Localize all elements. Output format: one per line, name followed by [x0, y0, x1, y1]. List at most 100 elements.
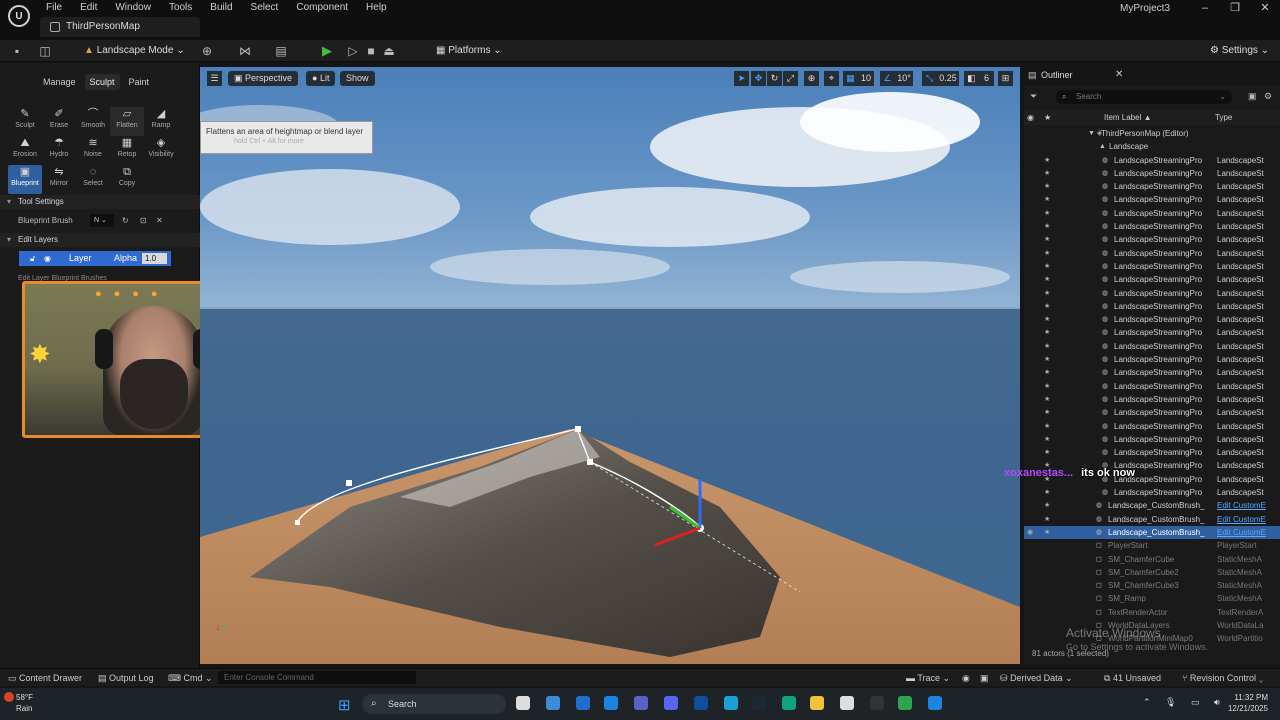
mode-dropdown[interactable]: ▲ Landscape Mode ⌄	[78, 43, 191, 59]
actor-row[interactable]: ◻ SM_ChamferCube3 StaticMeshA	[1024, 579, 1280, 592]
world-icon[interactable]: ⊕	[804, 71, 819, 86]
streaming-proxy-row[interactable]: ★ ◍ LandscapeStreamingPro LandscapeSt	[1024, 313, 1280, 326]
row-type[interactable]: Edit CustomE	[1217, 499, 1277, 512]
pin-icon[interactable]: ★	[1044, 193, 1050, 206]
pin-icon[interactable]: ★	[1044, 180, 1050, 193]
pin-icon[interactable]: ★	[1044, 393, 1050, 406]
pin-icon[interactable]: ★	[1044, 446, 1050, 459]
item-label-column[interactable]: Item Label ▲	[1104, 111, 1152, 125]
eject-icon[interactable]: ⏏	[382, 44, 396, 58]
system-clock[interactable]: 11:32 PM 12/21/2025	[1222, 692, 1268, 714]
pin-icon[interactable]: ★	[1044, 326, 1050, 339]
mail-icon[interactable]	[604, 696, 618, 710]
tool-copy[interactable]: ⧉ Copy	[110, 165, 144, 194]
select-mode-icon[interactable]: ➤	[734, 71, 749, 86]
show-button[interactable]: Show	[340, 71, 375, 86]
tool-visibility[interactable]: ◈ Visibility	[144, 136, 178, 165]
menu-window[interactable]: Window	[109, 0, 163, 16]
tool-flatten[interactable]: ⏥ Flatten	[110, 107, 144, 136]
pin-icon[interactable]: ★	[1044, 486, 1050, 499]
content-drawer-button[interactable]: ▭ Content Drawer	[8, 672, 82, 684]
taskbar-search[interactable]: ⌕ Search	[362, 694, 506, 714]
pin-icon[interactable]: ★	[1044, 499, 1050, 512]
row-type[interactable]: Edit CustomE	[1217, 526, 1277, 539]
eye-icon[interactable]: ◉	[1027, 526, 1033, 539]
menu-help[interactable]: Help	[360, 0, 399, 16]
streaming-proxy-row[interactable]: ★ ◍ LandscapeStreamingPro LandscapeSt	[1024, 366, 1280, 379]
browse-icon[interactable]: ⊡	[140, 214, 147, 228]
blueprint-icon[interactable]: ⋈	[238, 44, 252, 58]
tab-sculpt[interactable]: Sculpt	[84, 74, 120, 90]
unreal-logo-icon[interactable]: U	[8, 5, 30, 27]
edit-layers-header[interactable]: Edit Layers	[0, 233, 200, 247]
content-browser-icon[interactable]: ◫	[38, 44, 52, 58]
tool-hydro[interactable]: ☂ Hydro	[42, 136, 76, 165]
close-button[interactable]: ✕	[1250, 0, 1280, 16]
add-actor-icon[interactable]: ⊕	[200, 44, 214, 58]
streaming-proxy-row[interactable]: ★ ◍ LandscapeStreamingPro LandscapeSt	[1024, 433, 1280, 446]
settings-button[interactable]: ⚙ Settings ⌄	[1210, 43, 1269, 59]
pin-icon[interactable]: ★	[1044, 420, 1050, 433]
add-folder-icon[interactable]: ▣	[1248, 91, 1257, 102]
cinematics-icon[interactable]: ▤	[274, 44, 288, 58]
pin-icon[interactable]: ★	[1044, 273, 1050, 286]
surface-snap-icon[interactable]: ⌖	[824, 71, 839, 86]
actor-row[interactable]: ◻ SM_ChamferCube2 StaticMeshA	[1024, 566, 1280, 579]
scale-icon[interactable]: ⤢	[783, 71, 798, 86]
menu-select[interactable]: Select	[245, 0, 291, 16]
streaming-proxy-row[interactable]: ★ ◍ LandscapeStreamingPro LandscapeSt	[1024, 420, 1280, 433]
outliner-landscape-row[interactable]: ▲ Landscape	[1024, 140, 1280, 153]
tool-ramp[interactable]: ◢ Ramp	[144, 107, 178, 136]
step-icon[interactable]: ▷	[346, 44, 360, 58]
chrome-icon[interactable]	[724, 696, 738, 710]
blueprint-brush-select[interactable]: N ⌄	[90, 214, 114, 227]
revision-control-button[interactable]: ⑂ Revision Control ⌄	[1182, 672, 1264, 684]
console-command-input[interactable]: Enter Console Command	[218, 671, 416, 684]
tool-erosion[interactable]: ⛰ Erosion	[8, 136, 42, 165]
streaming-proxy-row[interactable]: ★ ◍ LandscapeStreamingPro LandscapeSt	[1024, 273, 1280, 286]
epic-icon[interactable]	[870, 696, 884, 710]
tool-blueprint[interactable]: ▣ Blueprint	[8, 165, 42, 194]
pin-icon[interactable]: ★	[1044, 300, 1050, 313]
pin-icon[interactable]: ★	[1044, 247, 1050, 260]
camera-speed-value[interactable]: 6	[979, 71, 994, 86]
derived-data-button[interactable]: ⛁ Derived Data ⌄	[1000, 672, 1073, 684]
camera-speed-icon[interactable]: ◧	[964, 71, 979, 86]
weather-widget[interactable]: 58°F Rain	[16, 692, 33, 714]
pin-icon[interactable]: ★	[1044, 207, 1050, 220]
clear-icon[interactable]: ✕	[156, 214, 163, 228]
system-tray[interactable]: ⌃ 🎙︎ ▭ 🔊︎	[1143, 697, 1226, 708]
scale-snap-icon[interactable]: ⤡	[922, 71, 937, 86]
minimize-button[interactable]: –	[1190, 0, 1220, 16]
edit-layer-row[interactable]: 🔓︎ ◉ Layer Alpha 1.0	[19, 251, 171, 266]
maximize-viewport-icon[interactable]: ⊞	[998, 71, 1013, 86]
streaming-proxy-row[interactable]: ★ ◍ LandscapeStreamingPro LandscapeSt	[1024, 154, 1280, 167]
trace-button[interactable]: ▬ Trace ⌄	[906, 672, 950, 684]
windows-start-icon[interactable]: ⊞	[338, 696, 351, 714]
streaming-proxy-row[interactable]: ★ ◍ LandscapeStreamingPro LandscapeSt	[1024, 300, 1280, 313]
pin-icon[interactable]: ★	[1044, 154, 1050, 167]
pin-icon[interactable]: ★	[1044, 220, 1050, 233]
menu-tools[interactable]: Tools	[163, 0, 204, 16]
cmd-dropdown[interactable]: ⌨ Cmd ⌄	[168, 672, 213, 684]
save-icon[interactable]: ▪	[10, 44, 24, 58]
copilot-icon[interactable]	[546, 696, 560, 710]
app-icon[interactable]	[782, 696, 796, 710]
pin-icon[interactable]: ★	[1044, 353, 1050, 366]
unsaved-button[interactable]: ⧉ 41 Unsaved	[1104, 672, 1161, 684]
tab-manage[interactable]: Manage	[38, 74, 81, 90]
tool-mirror[interactable]: ⇋ Mirror	[42, 165, 76, 194]
tab-paint[interactable]: Paint	[124, 74, 155, 90]
rotate-icon[interactable]: ↻	[767, 71, 782, 86]
streaming-proxy-row[interactable]: ★ ◍ LandscapeStreamingPro LandscapeSt	[1024, 406, 1280, 419]
lit-button[interactable]: ● Lit	[306, 71, 336, 86]
unreal-taskbar-icon[interactable]	[840, 696, 854, 710]
maximize-button[interactable]: ❐	[1220, 0, 1250, 16]
camera-icon[interactable]: ▣	[980, 672, 989, 684]
pin-icon[interactable]: ★	[1044, 313, 1050, 326]
task-view-icon[interactable]	[516, 696, 530, 710]
actor-row[interactable]: ◻ SM_Ramp StaticMeshA	[1024, 592, 1280, 605]
rotation-snap-value[interactable]: 10°	[895, 71, 913, 86]
type-column[interactable]: Type	[1215, 111, 1232, 125]
viewport-menu-icon[interactable]: ☰	[207, 71, 222, 86]
